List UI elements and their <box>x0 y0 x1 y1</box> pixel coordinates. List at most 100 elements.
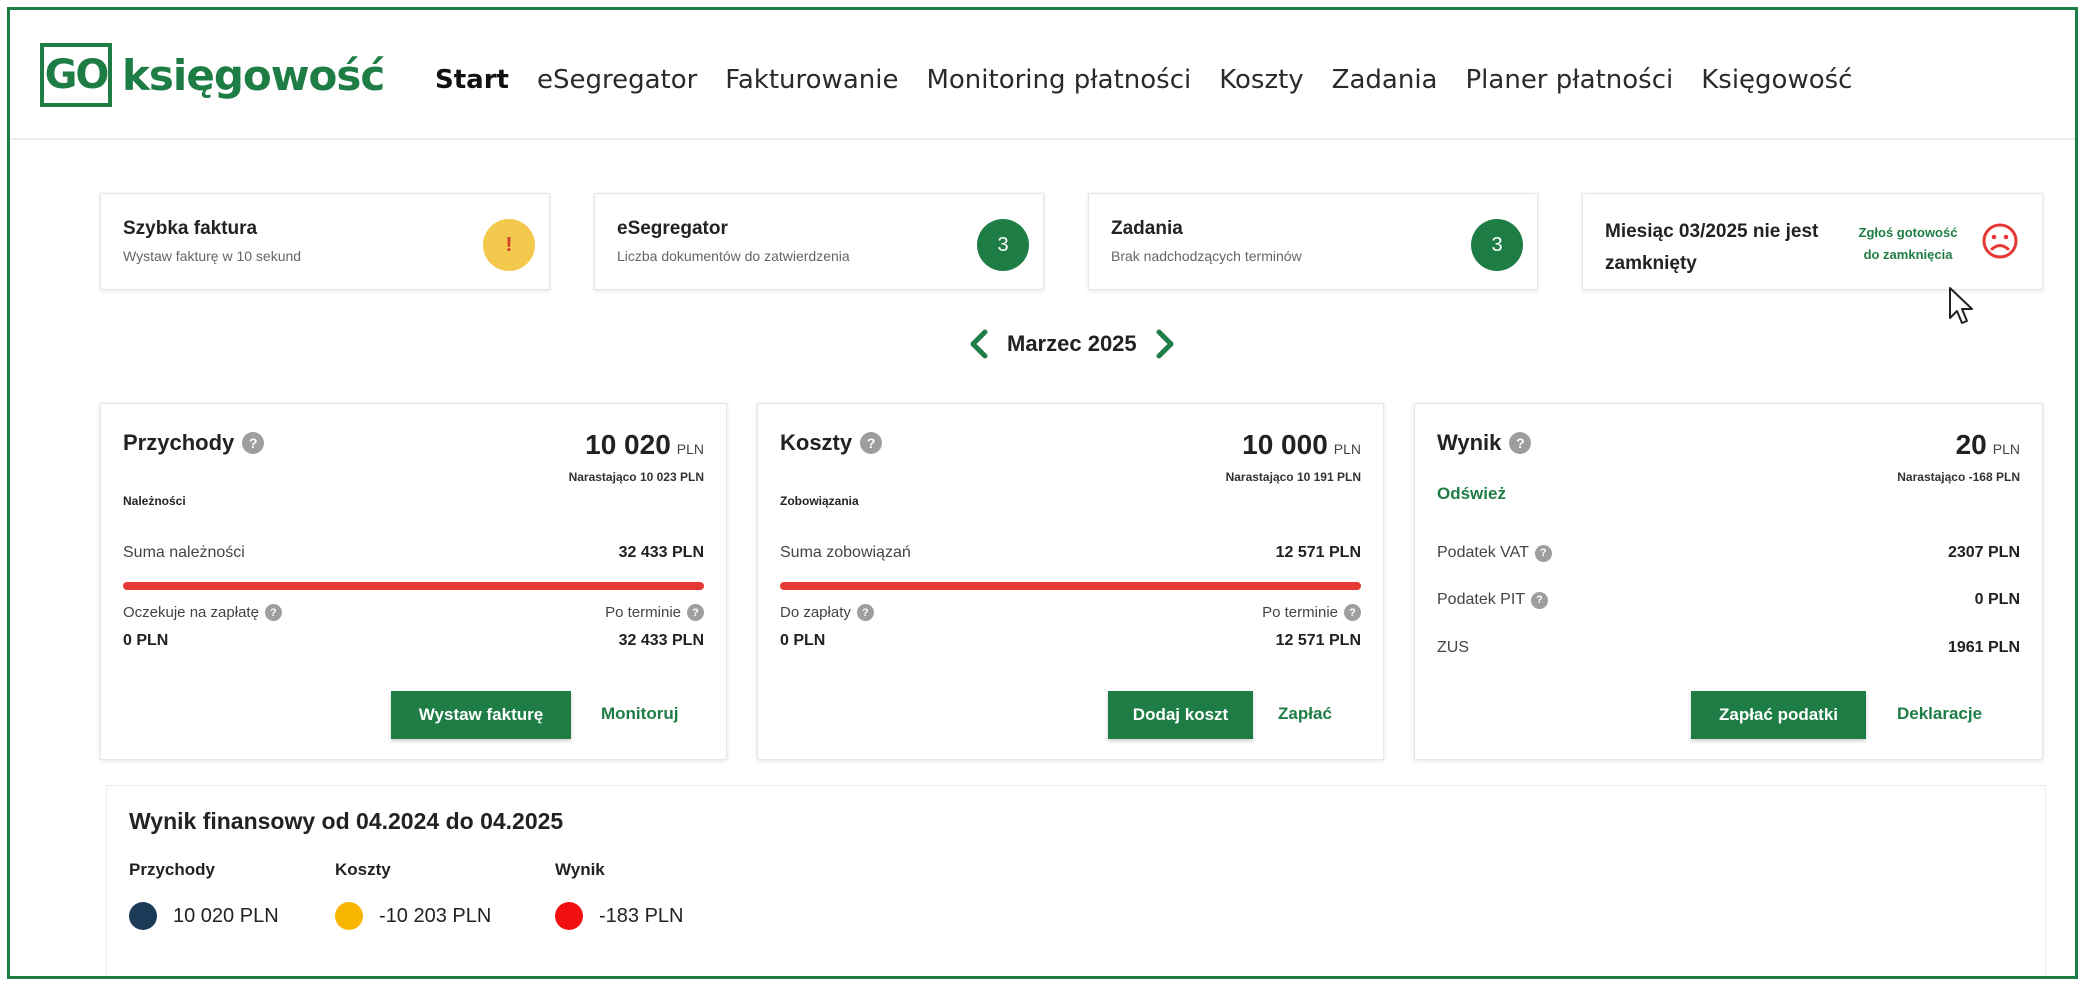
tile-title: Zadania <box>1111 218 1183 239</box>
card-title: Wynik ? <box>1437 430 1532 456</box>
legend-name: Koszty <box>335 860 391 879</box>
help-icon[interactable]: ? <box>687 604 704 621</box>
waiting-label: Oczekuje na zapłatę? <box>123 604 282 621</box>
add-cost-button[interactable]: Dodaj koszt <box>1108 691 1253 739</box>
pit-value: 0 PLN <box>1974 591 2020 608</box>
declarations-link[interactable]: Deklaracje <box>1897 704 1982 724</box>
nav-zadania[interactable]: Zadania <box>1332 65 1438 95</box>
sad-face-icon <box>1982 223 2018 259</box>
amount-value: 20 <box>1955 429 1987 460</box>
pit-label-text: Podatek PIT <box>1437 591 1526 608</box>
pay-taxes-button[interactable]: Zapłać podatki <box>1691 691 1866 739</box>
chevron-right-icon[interactable] <box>1149 328 1179 360</box>
receivables-bar <box>123 582 704 590</box>
card-title: Przychody ? <box>123 430 265 456</box>
legend-dot <box>129 902 157 930</box>
count-badge: 3 <box>1471 219 1523 271</box>
tasks-tile[interactable]: Zadania Brak nadchodzących terminów 3 <box>1088 193 1538 290</box>
legend-value-row: -183 PLN <box>555 902 684 930</box>
legend-value: -183 PLN <box>599 904 684 927</box>
monitor-link[interactable]: Monitoruj <box>601 704 678 724</box>
tile-title: Szybka faktura <box>123 218 258 239</box>
nav-fakturowanie[interactable]: Fakturowanie <box>725 65 898 95</box>
cumulative-value: Narastająco 10 023 PLN <box>568 470 704 484</box>
legend-name: Wynik <box>555 860 605 879</box>
nav-monitoring[interactable]: Monitoring płatności <box>926 65 1191 95</box>
quick-invoice-tile[interactable]: Szybka faktura Wystaw fakturę w 10 sekun… <box>100 193 550 290</box>
help-icon[interactable]: ? <box>1344 604 1361 621</box>
overdue-value: 32 433 PLN <box>618 632 704 649</box>
sum-row: Suma należności 32 433 PLN <box>123 544 704 562</box>
topay-label-text: Do zapłaty <box>780 604 851 621</box>
current-month: Marzec 2025 <box>1007 331 1137 356</box>
revenue-amount: 10 020 PLN <box>585 429 704 461</box>
costs-card: Koszty ? 10 000 PLN Narastająco 10 191 PL… <box>757 403 1384 760</box>
sum-row: Suma zobowiązań 12 571 PLN <box>780 544 1361 562</box>
topay-label: Do zapłaty? <box>780 604 874 621</box>
pit-label: Podatek PIT? <box>1437 591 1549 609</box>
pay-link[interactable]: Zapłać <box>1278 704 1332 724</box>
amount-value: 10 000 <box>1242 429 1328 460</box>
revenue-card: Przychody ? 10 020 PLN Narastająco 10 023… <box>100 403 727 760</box>
legend-costs: Koszty -10 203 PLN <box>335 860 491 930</box>
overdue-label: Po terminie? <box>1262 604 1361 621</box>
currency: PLN <box>1333 441 1361 457</box>
result-card: Wynik ? 20 PLN Narastająco -168 PLN Odświ… <box>1414 403 2043 760</box>
report-readiness-link[interactable]: Zgłoś gotowość do zamknięcia <box>1853 222 1963 266</box>
currency: PLN <box>1992 441 2020 457</box>
help-icon[interactable]: ? <box>264 604 282 621</box>
tile-subtitle: Wystaw fakturę w 10 sekund <box>123 248 302 264</box>
zus-label: ZUS <box>1437 639 1469 656</box>
legend-value-row: -10 203 PLN <box>335 902 491 930</box>
result-title: Wynik <box>1437 430 1502 455</box>
help-icon[interactable]: ? <box>1534 544 1552 562</box>
liabilities-bar <box>780 582 1361 590</box>
nav-start[interactable]: Start <box>435 65 509 95</box>
receivables-label: Należności <box>123 494 186 508</box>
result-amount: 20 PLN <box>1956 429 2020 461</box>
month-switcher: Marzec 2025 <box>965 328 1179 360</box>
sum-value: 12 571 PLN <box>1275 544 1361 561</box>
refresh-link[interactable]: Odśwież <box>1437 484 1506 504</box>
vat-label: Podatek VAT? <box>1437 544 1552 562</box>
help-icon[interactable]: ? <box>1531 591 1549 609</box>
card-title: Koszty ? <box>780 430 883 456</box>
nav-koszty[interactable]: Koszty <box>1219 65 1303 95</box>
esegregator-tile[interactable]: eSegregator Liczba dokumentów do zatwier… <box>594 193 1044 290</box>
logo[interactable]: GO księgowość <box>40 43 385 107</box>
nav-planer[interactable]: Planer płatności <box>1466 65 1674 95</box>
waiting-label-text: Oczekuje na zapłatę <box>123 604 259 621</box>
month-status-text: Miesiąc 03/2025 nie jest zamknięty <box>1605 221 1819 274</box>
sum-value: 32 433 PLN <box>618 544 704 561</box>
top-navbar: GO księgowość Start eSegregator Fakturow… <box>10 10 2075 140</box>
help-icon[interactable]: ? <box>856 604 874 621</box>
overdue-value: 12 571 PLN <box>1275 632 1361 649</box>
pit-row: Podatek PIT? 0 PLN <box>1437 591 2020 609</box>
help-icon[interactable]: ? <box>242 432 265 454</box>
legend-value: -10 203 PLN <box>379 904 492 927</box>
chevron-left-icon[interactable] <box>965 328 995 360</box>
issue-invoice-button[interactable]: Wystaw fakturę <box>391 691 571 739</box>
costs-title: Koszty <box>780 430 853 455</box>
tile-subtitle: Liczba dokumentów do zatwierdzenia <box>617 248 850 264</box>
tile-title: eSegregator <box>617 218 728 239</box>
overdue-label-text: Po terminie <box>605 604 681 621</box>
zus-row: ZUS 1961 PLN <box>1437 639 2020 657</box>
overdue-label-text: Po terminie <box>1262 604 1338 621</box>
financial-result-section: Wynik finansowy od 04.2024 do 04.2025 Pr… <box>106 785 2046 976</box>
nav-ksiegowosc[interactable]: Księgowość <box>1701 65 1852 95</box>
help-icon[interactable]: ? <box>1509 432 1532 454</box>
logo-text: księgowość <box>122 50 385 100</box>
legend-value-row: 10 020 PLN <box>129 902 279 930</box>
mouse-cursor-icon <box>1949 287 1973 324</box>
nav-esegregator[interactable]: eSegregator <box>537 65 697 95</box>
cumulative-value: Narastająco -168 PLN <box>1897 470 2020 484</box>
vat-row: Podatek VAT? 2307 PLN <box>1437 544 2020 562</box>
main-nav: Start eSegregator Fakturowanie Monitorin… <box>435 65 1880 95</box>
app-frame: GO księgowość Start eSegregator Fakturow… <box>7 7 2078 979</box>
help-icon[interactable]: ? <box>860 432 883 454</box>
waiting-value: 0 PLN <box>123 632 169 649</box>
currency: PLN <box>676 441 704 457</box>
legend-revenue: Przychody 10 020 PLN <box>129 860 279 930</box>
tile-subtitle: Brak nadchodzących terminów <box>1111 248 1302 264</box>
